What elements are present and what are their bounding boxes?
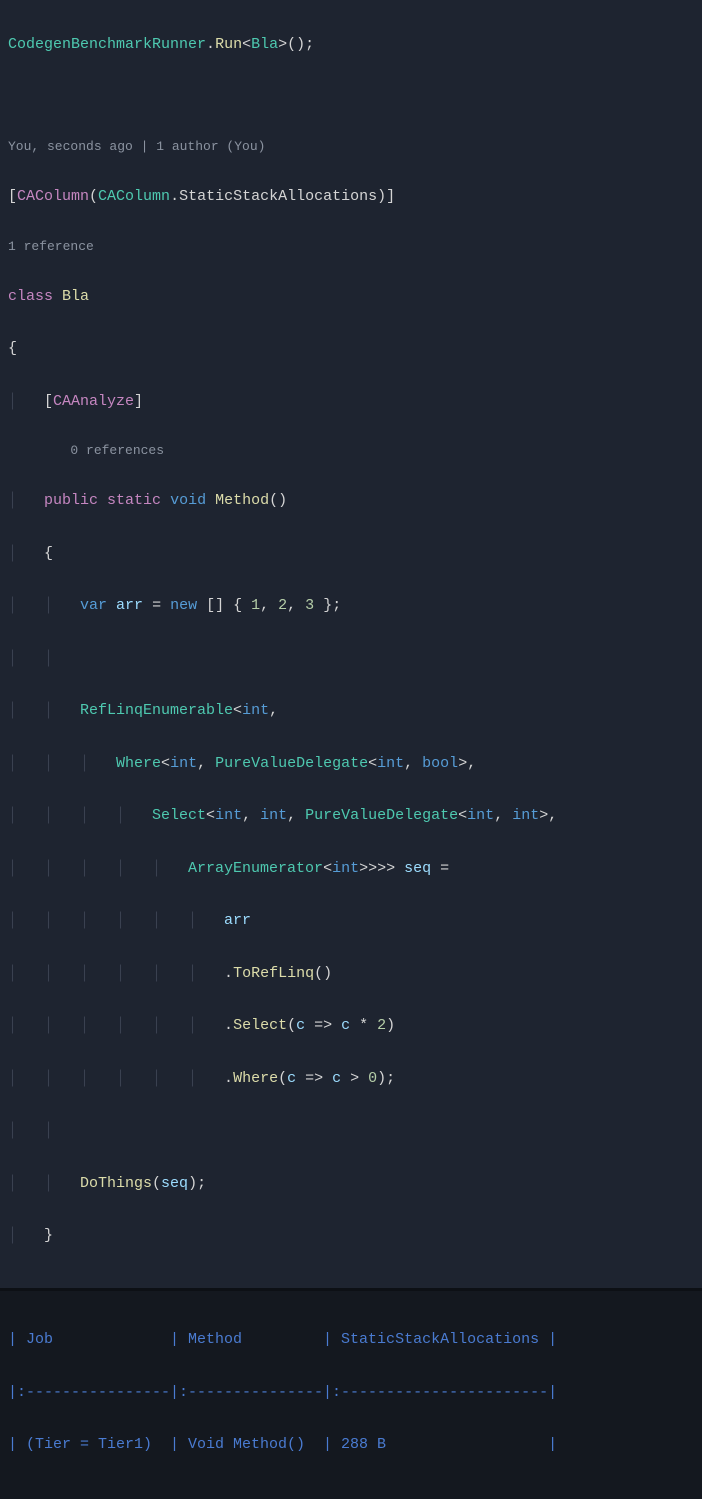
code-line[interactable]: │ │ var arr = new [] { 1, 2, 3 }; (8, 593, 694, 619)
code-line[interactable]: │ │ RefLinqEnumerable<int, (8, 698, 694, 724)
blank-line (8, 85, 694, 111)
code-line[interactable]: │ { (8, 541, 694, 567)
code-line[interactable]: │ │ │ │ │ │ .Where(c => c > 0); (8, 1066, 694, 1092)
code-editor[interactable]: CodegenBenchmarkRunner.Run<Bla>(); You, … (0, 0, 702, 1288)
output-panel[interactable]: | Job | Method | StaticStackAllocations … (0, 1288, 702, 1499)
code-line[interactable]: │ │ │ │ │ │ arr (8, 908, 694, 934)
code-line[interactable]: │ } (8, 1223, 694, 1249)
code-line[interactable]: CodegenBenchmarkRunner.Run<Bla>(); (8, 32, 694, 58)
code-line[interactable]: │ │ DoThings(seq); (8, 1171, 694, 1197)
codelens-references[interactable]: 1 reference (8, 237, 694, 258)
class-name: Bla (62, 288, 89, 305)
table-divider-row: |:----------------|:---------------|:---… (8, 1380, 694, 1406)
method-name: Method (215, 492, 269, 509)
blank-line: │ │ (8, 1118, 694, 1144)
code-line[interactable]: │ │ │ Where<int, PureValueDelegate<int, … (8, 751, 694, 777)
code-line[interactable]: class Bla (8, 284, 694, 310)
method-token: Run (215, 36, 242, 53)
codelens-references[interactable]: 0 references (8, 441, 694, 462)
code-line[interactable]: [CAColumn(CAColumn.StaticStackAllocation… (8, 184, 694, 210)
type-token: CodegenBenchmarkRunner (8, 36, 206, 53)
codelens-author[interactable]: You, seconds ago | 1 author (You) (8, 137, 694, 158)
code-line[interactable]: │ │ │ │ Select<int, int, PureValueDelega… (8, 803, 694, 829)
code-line[interactable]: │ │ │ │ │ │ .Select(c => c * 2) (8, 1013, 694, 1039)
blank-line: │ │ (8, 646, 694, 672)
code-line[interactable]: │ public static void Method() (8, 488, 694, 514)
code-line[interactable]: │ [CAAnalyze] (8, 389, 694, 415)
code-line[interactable]: │ │ │ │ │ │ .ToRefLinq() (8, 961, 694, 987)
attribute-name: CAColumn (17, 188, 89, 205)
code-line[interactable]: { (8, 336, 694, 362)
table-header-row: | Job | Method | StaticStackAllocations … (8, 1327, 694, 1353)
table-data-row: | (Tier = Tier1) | Void Method() | 288 B… (8, 1432, 694, 1458)
code-line[interactable]: │ │ │ │ │ ArrayEnumerator<int>>>> seq = (8, 856, 694, 882)
